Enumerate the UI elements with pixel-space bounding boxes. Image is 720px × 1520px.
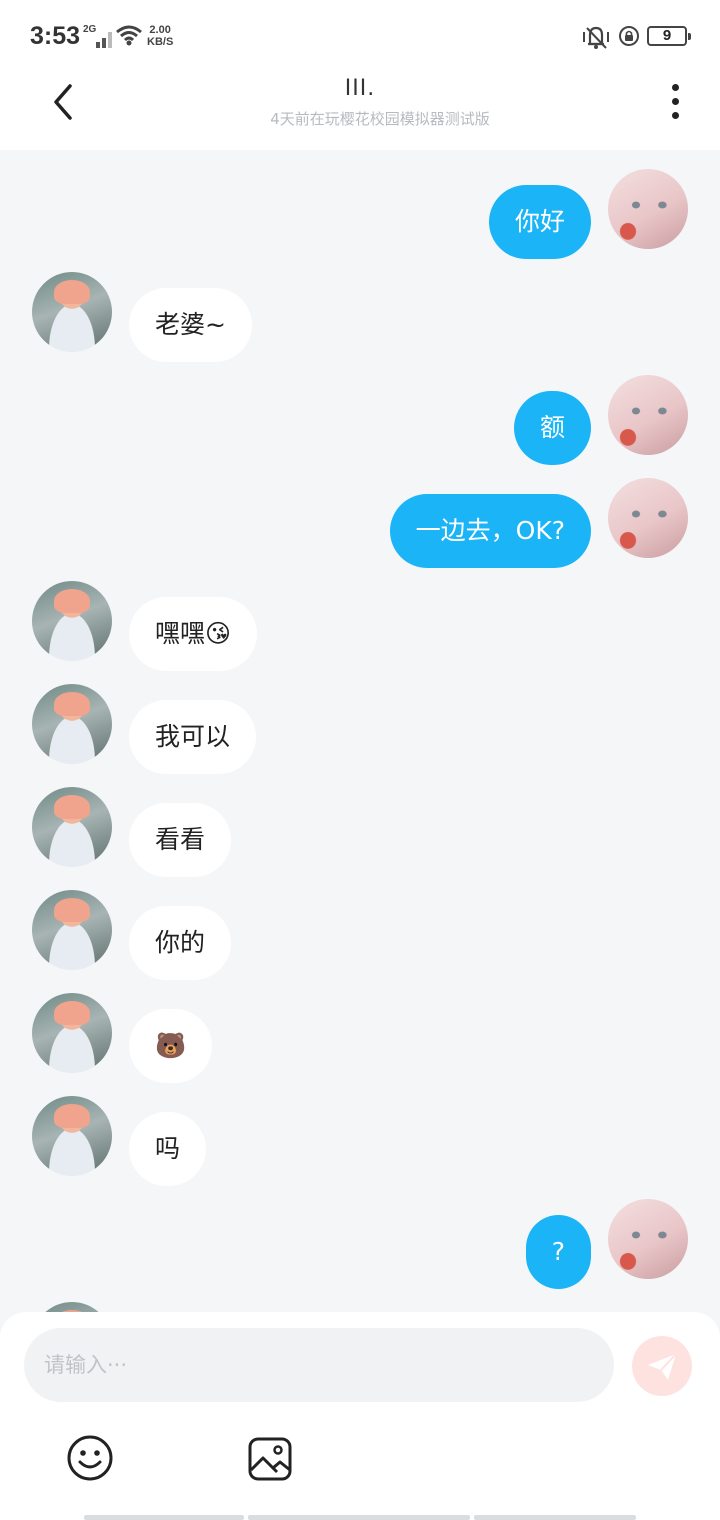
contact-avatar[interactable] — [32, 890, 112, 970]
gesture-bar — [84, 1515, 244, 1520]
contact-avatar[interactable] — [32, 272, 112, 352]
message-bubble[interactable]: 吗 — [129, 1112, 207, 1186]
network-speed: 2.00 KB/S — [147, 24, 173, 48]
message-bubble[interactable]: 额 — [513, 391, 591, 465]
message-row-outgoing: 额 — [0, 371, 720, 465]
message-composer — [0, 1312, 720, 1520]
message-row-incoming: 老婆~ — [0, 268, 720, 362]
emoji-button[interactable] — [66, 1434, 114, 1482]
image-icon — [248, 1437, 292, 1481]
message-row-incoming: 我可以 — [0, 680, 720, 774]
status-bar: 3:53 2G 2.00 KB/S 9 — [0, 0, 720, 72]
status-time: 3:53 — [30, 22, 81, 50]
vibrate-bell-icon — [583, 26, 609, 49]
my-avatar[interactable] — [608, 478, 688, 558]
message-row-incoming: 看看 — [0, 783, 720, 877]
network-speed-value: 2.00 — [149, 24, 171, 36]
message-bubble[interactable]: 嘿嘿😘 — [129, 597, 258, 671]
send-plane-icon — [648, 1353, 677, 1380]
message-bubble[interactable]: ? — [525, 1215, 591, 1289]
network-speed-unit: KB/S — [147, 36, 174, 48]
contact-avatar[interactable] — [32, 993, 112, 1073]
message-bubble[interactable]: 看看 — [129, 803, 232, 877]
gesture-bar — [248, 1515, 470, 1520]
my-avatar[interactable] — [608, 1199, 688, 1279]
contact-avatar[interactable] — [32, 684, 112, 764]
battery-indicator: 9 — [647, 26, 691, 46]
vertical-dots-icon — [672, 84, 679, 91]
message-row-outgoing: ? — [0, 1195, 720, 1289]
my-avatar[interactable] — [608, 375, 688, 455]
contact-avatar[interactable] — [32, 581, 112, 661]
message-bubble[interactable]: 一边去，OK? — [389, 494, 591, 568]
gesture-bar — [474, 1515, 636, 1520]
message-input[interactable] — [24, 1328, 614, 1402]
wifi-icon — [116, 25, 142, 46]
chat-contact-name: III. — [344, 76, 376, 101]
message-row-outgoing: 一边去，OK? — [0, 474, 720, 568]
my-avatar[interactable] — [608, 169, 688, 249]
message-bubble[interactable]: 我可以 — [129, 700, 257, 774]
contact-avatar[interactable] — [32, 787, 112, 867]
message-row-outgoing: 你好 — [0, 165, 720, 259]
smiley-icon — [67, 1435, 113, 1481]
message-list[interactable]: 你好 老婆~ 额 一边去，OK? 嘿嘿😘 我可以 看看 你的 🐻 吗 ? — [0, 150, 720, 1312]
rotation-lock-icon — [619, 26, 639, 46]
message-bubble[interactable]: 你好 — [488, 185, 591, 259]
message-row-incoming: 你的 — [0, 886, 720, 980]
contact-avatar[interactable] — [32, 1096, 112, 1176]
send-button[interactable] — [632, 1336, 692, 1396]
signal-icon — [84, 28, 112, 48]
message-row-incoming: 嘿嘿😘 — [0, 577, 720, 671]
message-row-incoming-partial — [0, 1298, 720, 1312]
contact-avatar[interactable] — [32, 1302, 112, 1312]
message-bubble[interactable]: 🐻 — [129, 1009, 213, 1083]
more-options-button[interactable] — [668, 82, 684, 120]
message-row-incoming: 吗 — [0, 1092, 720, 1186]
image-button[interactable] — [247, 1436, 293, 1482]
message-bubble[interactable]: 你的 — [129, 906, 232, 980]
message-row-incoming: 🐻 — [0, 989, 720, 1083]
chat-contact-status: 4天前在玩樱花校园模拟器测试版 — [270, 110, 490, 128]
chat-header: III. 4天前在玩樱花校园模拟器测试版 — [0, 72, 720, 150]
message-bubble[interactable]: 老婆~ — [129, 288, 252, 362]
